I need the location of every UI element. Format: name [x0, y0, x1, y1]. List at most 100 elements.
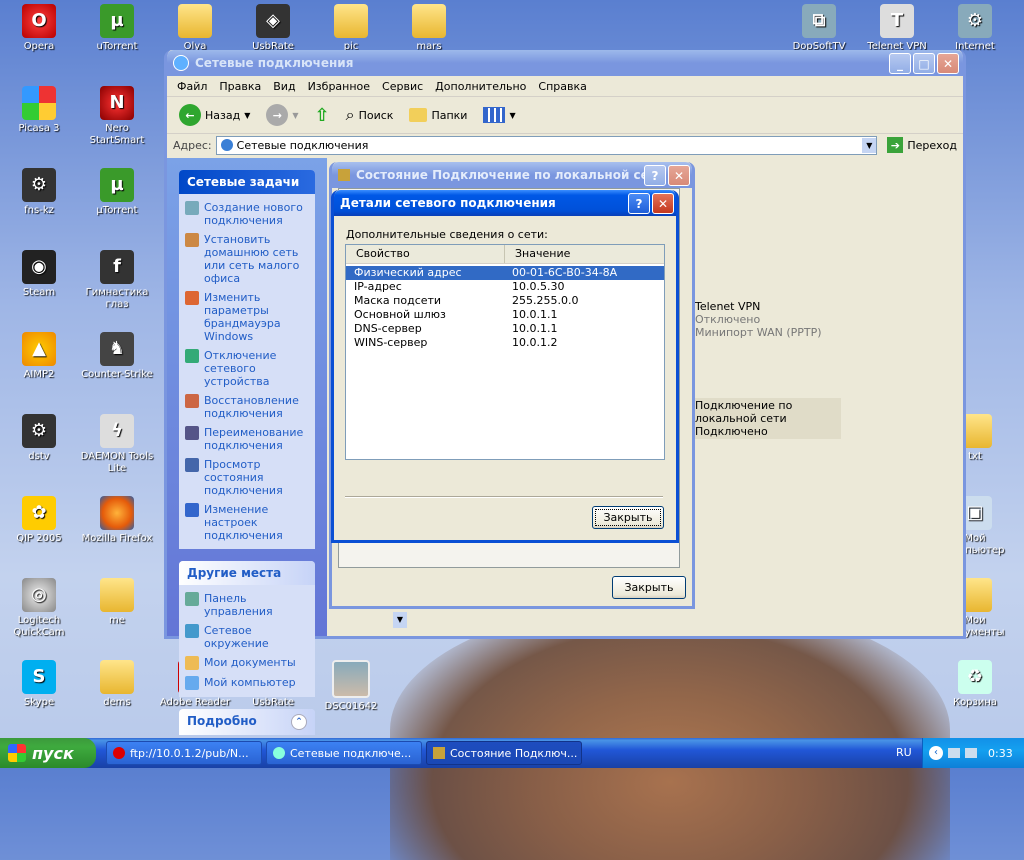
desktop-icon[interactable]: ♻ Корзина	[936, 660, 1014, 709]
desktop-icon[interactable]: S Skype	[0, 660, 78, 709]
language-indicator[interactable]: RU	[896, 746, 912, 759]
back-button[interactable]: ← Назад ▼	[175, 102, 254, 128]
explorer-titlebar[interactable]: Сетевые подключения _ □ ✕	[167, 50, 963, 76]
clock[interactable]: 0:33	[988, 747, 1013, 760]
desktop-icon[interactable]: DSC01642	[312, 660, 390, 713]
desktop-icon[interactable]: ◎ Logitech QuickCam	[0, 578, 78, 639]
other-place-link[interactable]: Панель управления	[179, 589, 315, 621]
go-button[interactable]: ➔ Переход	[881, 137, 963, 153]
menu-item[interactable]: Сервис	[376, 80, 429, 93]
chevron-down-icon[interactable]: ▼	[292, 111, 298, 120]
desktop-icon[interactable]: pic	[312, 4, 390, 53]
network-icon	[338, 169, 350, 181]
menu-item[interactable]: Справка	[532, 80, 592, 93]
start-button[interactable]: пуск	[0, 738, 96, 768]
network-task-link[interactable]: Изменение настроек подключения	[179, 500, 315, 545]
desktop-icon[interactable]: O Opera	[0, 4, 78, 53]
close-button[interactable]: ✕	[937, 53, 959, 74]
desktop-icon[interactable]: ◉ Steam	[0, 250, 78, 299]
details-close-button[interactable]: Закрыть	[592, 506, 664, 529]
search-button[interactable]: ⌕ Поиск	[342, 103, 398, 127]
network-task-link[interactable]: Переименование подключения	[179, 423, 315, 455]
details-listview[interactable]: Свойство Значение Физический адрес 00-01-…	[345, 244, 665, 460]
opera-icon	[113, 747, 125, 759]
listview-row[interactable]: WINS-сервер 10.0.1.2	[346, 336, 664, 350]
listview-row[interactable]: IP-адрес 10.0.5.30	[346, 280, 664, 294]
views-button[interactable]: ▼	[479, 105, 519, 125]
network-task-link[interactable]: Восстановление подключения	[179, 391, 315, 423]
network-task-link[interactable]: Отключение сетевого устройства	[179, 346, 315, 391]
other-places-header[interactable]: Другие места	[179, 561, 315, 585]
desktop-icon[interactable]: µ µTorrent	[78, 168, 156, 217]
details-dialog[interactable]: Детали сетевого подключения ? ✕ Дополнит…	[331, 190, 679, 543]
status-dialog-titlebar[interactable]: Состояние Подключение по локальной сети …	[332, 162, 692, 188]
collapse-chevron-icon[interactable]: ⌃	[291, 714, 307, 730]
desktop-icon[interactable]: f Гимнастика глаз	[78, 250, 156, 311]
desktop-icon[interactable]: ▲ AIMP2	[0, 332, 78, 381]
desktop-icon[interactable]: Mozilla Firefox	[78, 496, 156, 545]
folders-button[interactable]: Папки	[405, 106, 471, 124]
menu-item[interactable]: Избранное	[302, 80, 376, 93]
desktop-icon[interactable]: ♞ Counter-Strike	[78, 332, 156, 381]
desktop-icon[interactable]: Picasa 3	[0, 86, 78, 135]
network-tray-icon[interactable]	[965, 748, 977, 758]
other-place-link[interactable]: Мой компьютер	[179, 673, 315, 693]
up-button[interactable]: ⇧	[311, 103, 334, 128]
desktop-icon[interactable]: Olya	[156, 4, 234, 53]
listview-row[interactable]: Маска подсети 255.255.0.0	[346, 294, 664, 308]
close-button[interactable]: ✕	[668, 165, 690, 186]
taskbar-item-status[interactable]: Состояние Подключ...	[426, 741, 582, 765]
other-place-link[interactable]: Мои документы	[179, 653, 315, 673]
maximize-button[interactable]: □	[913, 53, 935, 74]
listview-row[interactable]: Физический адрес 00-01-6C-B0-34-8A	[346, 266, 664, 280]
network-task-link[interactable]: Создание нового подключения	[179, 198, 315, 230]
forward-button[interactable]: → ▼	[262, 102, 302, 128]
desktop-icon[interactable]: µ uTorrent	[78, 4, 156, 53]
network-task-link[interactable]: Изменить параметры брандмауэра Windows	[179, 288, 315, 346]
taskbar-item-network-connections[interactable]: Сетевые подключе...	[266, 741, 422, 765]
menu-item[interactable]: Файл	[171, 80, 213, 93]
connection-device: Минипорт WAN (PPTP)	[695, 326, 822, 339]
desktop-icon[interactable]: ⚙ fns-kz	[0, 168, 78, 217]
help-button[interactable]: ?	[644, 165, 666, 186]
network-tray-icon[interactable]	[948, 748, 960, 758]
connection-telenet-vpn[interactable]: Telenet VPN Отключено Минипорт WAN (PPTP…	[695, 300, 845, 339]
desktop-icon[interactable]: ⚙ Internet	[936, 4, 1014, 53]
listview-row[interactable]: DNS-сервер 10.0.1.1	[346, 322, 664, 336]
desktop-icon[interactable]: N Nero StartSmart	[78, 86, 156, 147]
chevron-down-icon[interactable]: ▼	[244, 111, 250, 120]
column-header-property[interactable]: Свойство	[346, 245, 505, 263]
desktop-icon[interactable]: me	[78, 578, 156, 627]
desktop-icon-label: Mozilla Firefox	[81, 533, 153, 544]
connection-local-area[interactable]: Подключение по локальной сети Подключено	[695, 398, 841, 439]
desktop-icon[interactable]: dems	[78, 660, 156, 709]
menu-item[interactable]: Вид	[267, 80, 301, 93]
scroll-down-arrow[interactable]: ▼	[393, 612, 407, 628]
network-tasks-header[interactable]: Сетевые задачи	[179, 170, 315, 194]
show-hidden-icons-button[interactable]: ‹	[929, 746, 943, 760]
network-task-link[interactable]: Установить домашнюю сеть или сеть малого…	[179, 230, 315, 288]
desktop-icon[interactable]: T Telenet VPN	[858, 4, 936, 53]
address-dropdown-button[interactable]: ▼	[862, 137, 877, 153]
desktop-icon[interactable]: mars	[390, 4, 468, 53]
status-close-button[interactable]: Закрыть	[612, 576, 686, 599]
close-button[interactable]: ✕	[652, 193, 674, 214]
other-place-link[interactable]: Сетевое окружение	[179, 621, 315, 653]
desktop-icon[interactable]: ϟ DAEMON Tools Lite	[78, 414, 156, 475]
taskbar-item-ftp[interactable]: ftp://10.0.1.2/pub/N...	[106, 741, 262, 765]
desktop-icon[interactable]: ✿ QIP 2005	[0, 496, 78, 545]
minimize-button[interactable]: _	[889, 53, 911, 74]
menu-item[interactable]: Правка	[213, 80, 267, 93]
network-task-link[interactable]: Просмотр состояния подключения	[179, 455, 315, 500]
desktop-icon[interactable]: ⚙ dstv	[0, 414, 78, 463]
desktop-icon[interactable]: ⧉ DopSoftTV	[780, 4, 858, 53]
menu-item[interactable]: Дополнительно	[429, 80, 532, 93]
column-header-value[interactable]: Значение	[505, 245, 663, 263]
help-button[interactable]: ?	[628, 193, 650, 214]
listview-row[interactable]: Основной шлюз 10.0.1.1	[346, 308, 664, 322]
desktop-icon[interactable]: ◈ UsbRate	[234, 4, 312, 53]
details-dialog-titlebar[interactable]: Детали сетевого подключения ? ✕	[334, 190, 676, 216]
details-header[interactable]: Подробно ⌃	[179, 709, 315, 735]
chevron-down-icon: ▼	[509, 110, 516, 120]
address-input[interactable]: Сетевые подключения ▼	[215, 135, 878, 155]
